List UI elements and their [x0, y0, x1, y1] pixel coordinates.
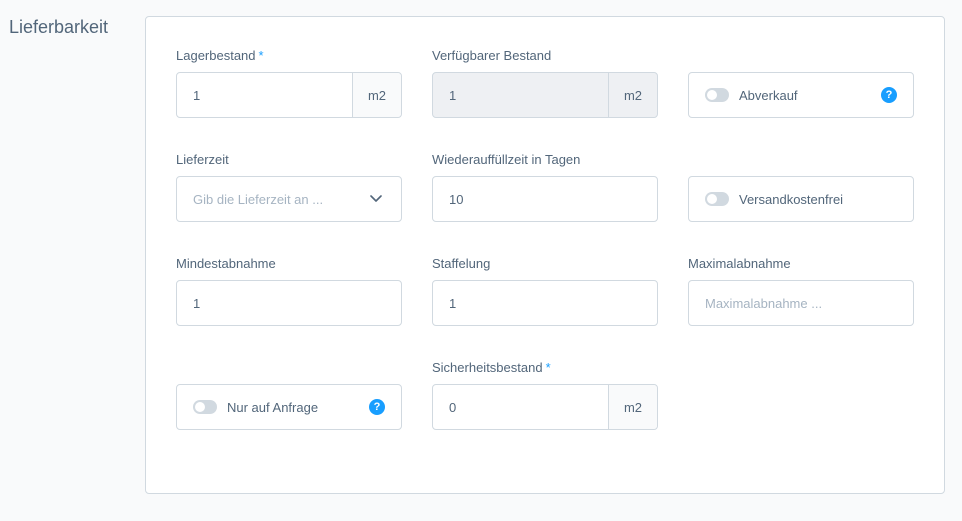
max-purchase-input[interactable]: Maximalabnahme ...	[688, 280, 914, 326]
min-purchase-value: 1	[193, 295, 201, 311]
free-shipping-label: Versandkostenfrei	[739, 191, 844, 207]
purchase-steps-value: 1	[449, 295, 457, 311]
section-title: Lieferbarkeit	[9, 17, 109, 37]
safety-stock-value: 0	[449, 399, 457, 415]
purchase-steps-label: Staffelung	[432, 256, 491, 271]
available-stock-label: Verfügbarer Bestand	[432, 48, 552, 63]
max-purchase-label: Maximalabnahme	[688, 256, 791, 271]
safety-stock-label-text: Sicherheitsbestand	[432, 360, 543, 375]
restock-time-label: Wiederauffüllzeit in Tagen	[432, 152, 581, 167]
availability-card: Lagerbestand * 1 m2 Verfügbarer Bestand 1…	[145, 16, 945, 494]
required-marker: *	[258, 48, 264, 63]
purchase-steps-input[interactable]: 1	[432, 280, 658, 326]
min-purchase-label: Mindestabnahme	[176, 256, 276, 271]
on-request-field: Nur auf Anfrage ?	[176, 384, 402, 430]
safety-stock-unit: m2	[608, 385, 657, 429]
stock-label-text: Lagerbestand	[176, 48, 256, 63]
stock-label: Lagerbestand *	[176, 48, 264, 63]
question-circle-icon[interactable]: ?	[881, 87, 897, 103]
available-stock-unit: m2	[608, 73, 657, 117]
max-purchase-placeholder: Maximalabnahme ...	[705, 295, 823, 311]
clearance-sale-toggle[interactable]	[705, 88, 729, 102]
safety-stock-label: Sicherheitsbestand *	[432, 360, 551, 375]
clearance-sale-field: Abverkauf ?	[688, 72, 914, 118]
clearance-sale-label: Abverkauf	[739, 87, 798, 103]
on-request-toggle[interactable]	[193, 400, 217, 414]
on-request-label: Nur auf Anfrage	[227, 399, 319, 415]
stock-unit: m2	[352, 73, 401, 117]
chevron-down-icon	[351, 195, 401, 203]
stock-value: 1	[193, 87, 201, 103]
free-shipping-toggle[interactable]	[705, 192, 729, 206]
delivery-time-label: Lieferzeit	[176, 152, 229, 167]
available-stock-input: 1 m2	[432, 72, 658, 118]
available-stock-value: 1	[449, 87, 457, 103]
delivery-time-placeholder: Gib die Lieferzeit an ...	[193, 191, 324, 207]
required-marker: *	[545, 360, 551, 375]
safety-stock-input[interactable]: 0 m2	[432, 384, 658, 430]
min-purchase-input[interactable]: 1	[176, 280, 402, 326]
question-circle-icon[interactable]: ?	[369, 399, 385, 415]
restock-time-input[interactable]: 10	[432, 176, 658, 222]
free-shipping-field: Versandkostenfrei	[688, 176, 914, 222]
restock-time-value: 10	[449, 191, 464, 207]
delivery-time-select[interactable]: Gib die Lieferzeit an ...	[176, 176, 402, 222]
stock-input[interactable]: 1 m2	[176, 72, 402, 118]
